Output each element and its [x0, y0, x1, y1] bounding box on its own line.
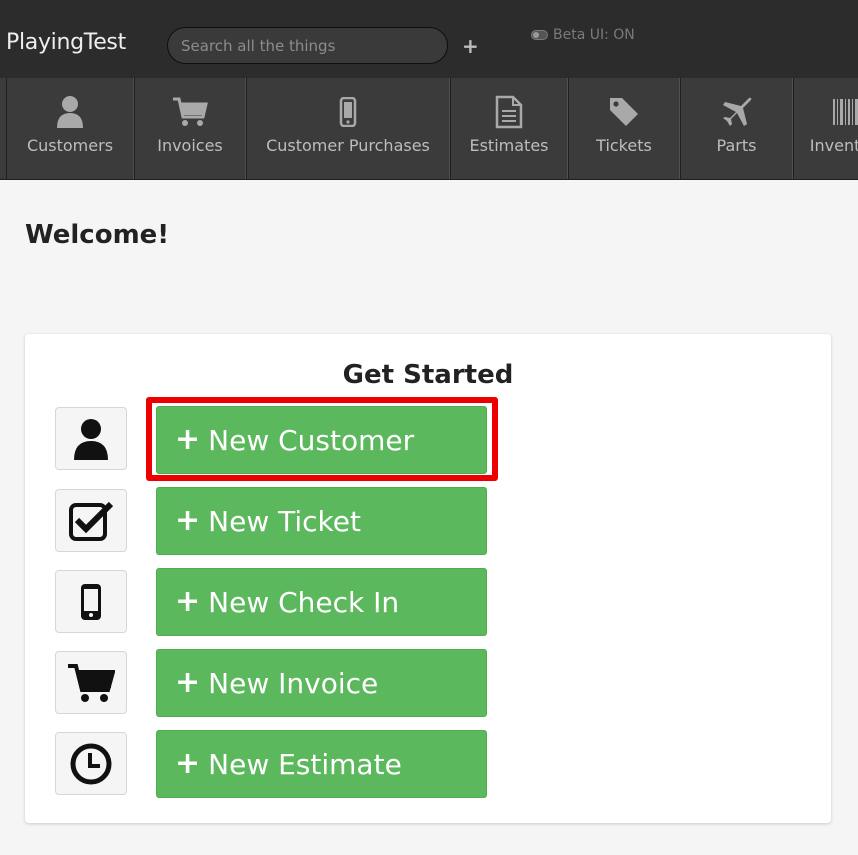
nav-item-parts[interactable]: Parts: [680, 78, 793, 179]
button-label: New Invoice: [208, 666, 379, 700]
plus-icon: +: [175, 503, 201, 538]
plane-icon: [681, 94, 792, 130]
plus-icon: +: [175, 584, 201, 619]
nav-item-customer-purchases[interactable]: Customer Purchases: [246, 78, 450, 179]
main-nav: Customers Invoices Customer Purchases Es…: [0, 78, 858, 180]
nav-label: Estimates: [469, 136, 549, 155]
nav-label: Invoices: [157, 136, 223, 155]
phone-icon: [247, 94, 449, 130]
app-title[interactable]: PlayingTest: [6, 30, 126, 55]
document-icon: [451, 94, 567, 130]
new-invoice-button[interactable]: + New Invoice: [156, 649, 487, 717]
nav-label: Parts: [716, 136, 757, 155]
phone-icon: [55, 570, 127, 633]
new-customer-button[interactable]: + New Customer: [156, 406, 487, 474]
add-button[interactable]: +: [462, 36, 479, 56]
cart-icon: [135, 94, 245, 130]
nav-item-estimates[interactable]: Estimates: [450, 78, 568, 179]
toggle-icon: [531, 30, 548, 40]
get-started-card: Get Started + New Customer + New Ticket …: [25, 334, 831, 823]
search-box[interactable]: [167, 27, 448, 64]
nav-item-inventory[interactable]: Inventory: [793, 78, 858, 179]
nav-item-customers[interactable]: Customers: [6, 78, 134, 179]
nav-label: Tickets: [596, 136, 652, 155]
button-label: New Estimate: [208, 747, 402, 781]
nav-item-tickets[interactable]: Tickets: [568, 78, 680, 179]
button-label: New Customer: [208, 423, 415, 457]
get-started-title: Get Started: [342, 360, 514, 390]
top-header: PlayingTest + Beta UI: ON: [0, 0, 858, 78]
plus-icon: +: [175, 665, 201, 700]
search-input[interactable]: [181, 36, 434, 55]
nav-label: Inventory: [809, 136, 858, 155]
nav-label: Customers: [26, 136, 114, 155]
plus-icon: +: [175, 422, 201, 457]
barcode-icon: [794, 94, 858, 130]
new-check-in-button[interactable]: + New Check In: [156, 568, 487, 636]
nav-label: Customer Purchases: [266, 136, 430, 155]
tag-icon: [569, 94, 679, 130]
page-title: Welcome!: [25, 220, 170, 250]
user-icon: [55, 407, 127, 470]
beta-ui-toggle[interactable]: Beta UI: ON: [531, 27, 635, 43]
button-label: New Check In: [208, 585, 400, 619]
cart-icon: [55, 651, 127, 714]
nav-item-invoices[interactable]: Invoices: [134, 78, 246, 179]
user-icon: [7, 94, 133, 130]
clock-icon: [55, 732, 127, 795]
plus-icon: +: [175, 746, 201, 781]
button-label: New Ticket: [208, 504, 361, 538]
new-ticket-button[interactable]: + New Ticket: [156, 487, 487, 555]
checkbox-icon: [55, 489, 127, 552]
new-estimate-button[interactable]: + New Estimate: [156, 730, 487, 798]
beta-ui-label: Beta UI: ON: [553, 27, 635, 43]
